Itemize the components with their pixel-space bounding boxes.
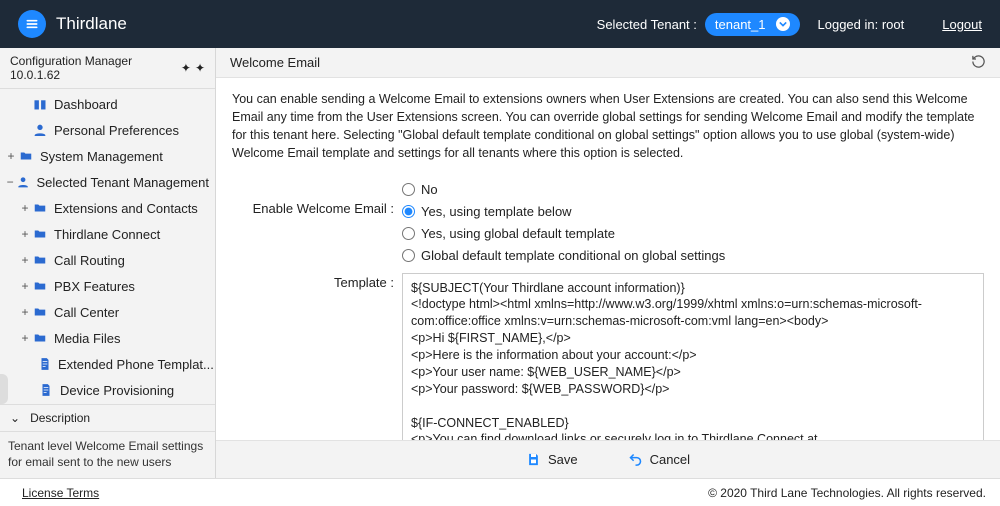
tenant-selector-value: tenant_1 [715,17,766,32]
save-button[interactable]: Save [526,452,578,468]
tenant-selector[interactable]: tenant_1 [705,13,800,36]
sidebar-item-extended-phone-templates[interactable]: Extended Phone Templat... [0,351,215,377]
tenant-icon [16,174,30,190]
sidebar-item-thirdlane-connect[interactable]: + Thirdlane Connect [0,221,215,247]
description-panel-header[interactable]: ⌄ Description [0,404,215,432]
radio-global-conditional[interactable]: Global default template conditional on g… [402,245,984,267]
template-label: Template : [232,273,402,290]
sidebar-header: Configuration Manager 10.0.1.62 ✦ ✦ [0,48,215,89]
logged-in-label: Logged in: root [818,17,905,32]
enable-welcome-email-label: Enable Welcome Email : [232,179,402,216]
page-description: You can enable sending a Welcome Email t… [216,78,1000,169]
plus-icon: + [18,305,32,319]
sidebar-item-call-center[interactable]: + Call Center [0,299,215,325]
sidebar-item-dashboard[interactable]: ▮▮ Dashboard [0,91,215,117]
folder-icon [32,304,48,320]
expand-all-icon[interactable]: ✦ [181,62,191,74]
plus-icon: + [18,253,32,267]
plus-icon: + [4,149,18,163]
undo-icon [628,452,644,468]
chevron-down-icon [776,17,790,31]
content-header: Welcome Email [216,48,1000,78]
sidebar-item-media-files[interactable]: + Media Files [0,325,215,351]
footer: License Terms © 2020 Third Lane Technolo… [0,478,1000,506]
top-nav: Thirdlane Selected Tenant : tenant_1 Log… [0,0,1000,48]
brand-name: Thirdlane [56,14,127,34]
sidebar-item-extensions-contacts[interactable]: + Extensions and Contacts [0,195,215,221]
action-bar: Save Cancel [216,440,1000,478]
template-input[interactable] [402,273,984,453]
save-icon [526,452,542,468]
minus-icon: − [4,175,16,189]
collapse-all-icon[interactable]: ✦ [195,62,205,74]
sidebar-item-device-provisioning[interactable]: Device Provisioning [0,377,215,403]
logout-link[interactable]: Logout [942,17,982,32]
refresh-icon[interactable] [971,54,986,72]
file-icon [38,382,54,398]
description-panel-body: Tenant level Welcome Email settings for … [0,432,215,478]
user-icon [32,122,48,138]
plus-icon: + [18,227,32,241]
resize-handle[interactable] [0,374,8,404]
file-icon [38,356,52,372]
copyright-text: © 2020 Third Lane Technologies. All righ… [708,486,986,500]
chevron-down-icon: ⌄ [10,411,20,425]
cancel-button[interactable]: Cancel [628,452,690,468]
page-title: Welcome Email [230,55,320,70]
sidebar-title: Configuration Manager 10.0.1.62 [10,54,181,82]
folder-icon [32,252,48,268]
plus-icon: + [18,331,32,345]
plus-icon: + [18,279,32,293]
folder-icon [18,148,34,164]
license-terms-link[interactable]: License Terms [22,486,99,500]
folder-icon [32,278,48,294]
folder-icon [32,330,48,346]
radio-no[interactable]: No [402,179,984,201]
selected-tenant-label: Selected Tenant : [597,17,697,32]
nav-tree: ▮▮ Dashboard Personal Preferences + Syst… [0,89,215,404]
sidebar-item-call-routing[interactable]: + Call Routing [0,247,215,273]
sidebar-item-selected-tenant-management[interactable]: − Selected Tenant Management [0,169,215,195]
content: Welcome Email You can enable sending a W… [216,48,1000,478]
sidebar-item-system-management[interactable]: + System Management [0,143,215,169]
sidebar-item-personal-preferences[interactable]: Personal Preferences [0,117,215,143]
sidebar: Configuration Manager 10.0.1.62 ✦ ✦ ▮▮ D… [0,48,216,478]
sidebar-item-pbx-features[interactable]: + PBX Features [0,273,215,299]
chart-icon: ▮▮ [32,96,48,112]
sidebar-item-tenant-branding[interactable]: Tenant Branding [0,403,215,404]
radio-yes-template-below[interactable]: Yes, using template below [402,201,984,223]
radio-yes-global-default[interactable]: Yes, using global default template [402,223,984,245]
logo-icon [18,10,46,38]
folder-icon [32,200,48,216]
plus-icon: + [18,201,32,215]
folder-icon [32,226,48,242]
